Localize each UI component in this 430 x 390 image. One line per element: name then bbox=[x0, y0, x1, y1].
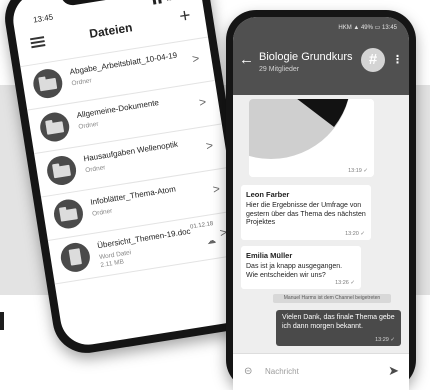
files-screen: 13:45 ▮▮ ≋ ▭ Dateien + Abgabe_Arbeitsbla… bbox=[9, 0, 253, 349]
status-text: HKM ▲ 49% ▭ 13:45 bbox=[338, 25, 397, 31]
system-notice: Manuel Harms ist dem Channel beigetreten bbox=[273, 294, 391, 303]
item-name: Übersicht_Themen-19.doc bbox=[96, 226, 192, 251]
message-sender: Leon Farber bbox=[246, 190, 290, 199]
folder-icon bbox=[38, 110, 72, 144]
more-options-icon[interactable]: ⋮ bbox=[392, 53, 403, 66]
item-date: 01.12.18 bbox=[189, 220, 214, 231]
item-name: Hausaufgaben Wellenoptik bbox=[82, 139, 179, 164]
channel-hash-icon[interactable]: # bbox=[361, 48, 385, 72]
document-icon bbox=[58, 240, 92, 275]
message-text: Hier die Ergebnisse der Umfrage von gest… bbox=[246, 202, 366, 226]
folder-icon bbox=[45, 153, 79, 188]
chat-message: Emilia Müller Das ist ja knapp ausgegang… bbox=[241, 246, 361, 289]
item-name: Abgabe_Arbeitsblatt_10-04-19 bbox=[69, 50, 178, 77]
message-time: 13:26 ✓ bbox=[335, 280, 355, 286]
chat-screen: HKM ▲ 49% ▭ 13:45 ← Biologie Grundkurs 2… bbox=[233, 17, 409, 390]
message-input[interactable]: Nachricht bbox=[265, 367, 299, 376]
chevron-right-icon[interactable]: > bbox=[212, 182, 221, 197]
status-time: 13:45 bbox=[32, 12, 54, 25]
right-phone: HKM ▲ 49% ▭ 13:45 ← Biologie Grundkurs 2… bbox=[226, 10, 416, 390]
back-arrow-icon[interactable]: ← bbox=[239, 51, 254, 68]
item-name: Infoblätter_Thema-Atom bbox=[89, 184, 177, 207]
left-phone: 13:45 ▮▮ ≋ ▭ Dateien + Abgabe_Arbeitsbla… bbox=[0, 0, 262, 358]
edge-mark bbox=[0, 312, 4, 330]
folder-icon bbox=[31, 67, 65, 101]
send-icon[interactable]: ➤ bbox=[388, 363, 399, 379]
pie-chart-image bbox=[249, 99, 374, 177]
item-type: Ordner bbox=[78, 120, 100, 131]
outgoing-message: Vielen Dank, das finale Thema gebe ich d… bbox=[276, 310, 401, 346]
chat-message: Leon Farber Hier die Ergebnisse der Umfr… bbox=[241, 185, 371, 240]
message-sender: Emilia Müller bbox=[246, 251, 293, 260]
item-type: Ordner bbox=[91, 207, 113, 218]
channel-title: Biologie Grundkurs bbox=[259, 51, 353, 63]
message-text: Vielen Dank, das finale Thema gebe ich d… bbox=[282, 314, 395, 330]
shared-chart-image[interactable]: 13:19 ✓ bbox=[249, 99, 374, 177]
chevron-right-icon[interactable]: > bbox=[205, 138, 214, 153]
chevron-right-icon[interactable]: > bbox=[191, 51, 200, 66]
member-count: 29 Mitglieder bbox=[259, 66, 300, 73]
status-bar: HKM ▲ 49% ▭ 13:45 bbox=[233, 17, 409, 39]
item-name: Allgemeine-Dokumente bbox=[75, 98, 160, 120]
message-time: 13:19 ✓ bbox=[348, 168, 368, 174]
item-type: Ordner bbox=[71, 77, 93, 88]
file-list: Abgabe_Arbeitsblatt_10-04-19 Ordner > Al… bbox=[20, 36, 243, 285]
folder-icon bbox=[51, 197, 86, 231]
cloud-icon: ☁ bbox=[206, 234, 217, 247]
attach-icon[interactable]: ⊝ bbox=[244, 366, 252, 377]
message-time: 13:29 ✓ bbox=[375, 337, 395, 343]
status-icons: ▮▮ ≋ ▭ bbox=[152, 0, 187, 6]
message-text: Das ist ja knapp ausgegangen. Wie entsch… bbox=[246, 263, 343, 279]
add-button[interactable]: + bbox=[178, 5, 192, 27]
item-type: Ordner bbox=[84, 164, 106, 175]
chevron-right-icon[interactable]: > bbox=[198, 95, 207, 110]
chat-app-bar: ← Biologie Grundkurs 29 Mitglieder # ⋮ bbox=[233, 39, 409, 95]
message-input-bar: ⊝ Nachricht ➤ bbox=[233, 353, 409, 390]
message-time: 13:20 ✓ bbox=[345, 231, 365, 237]
